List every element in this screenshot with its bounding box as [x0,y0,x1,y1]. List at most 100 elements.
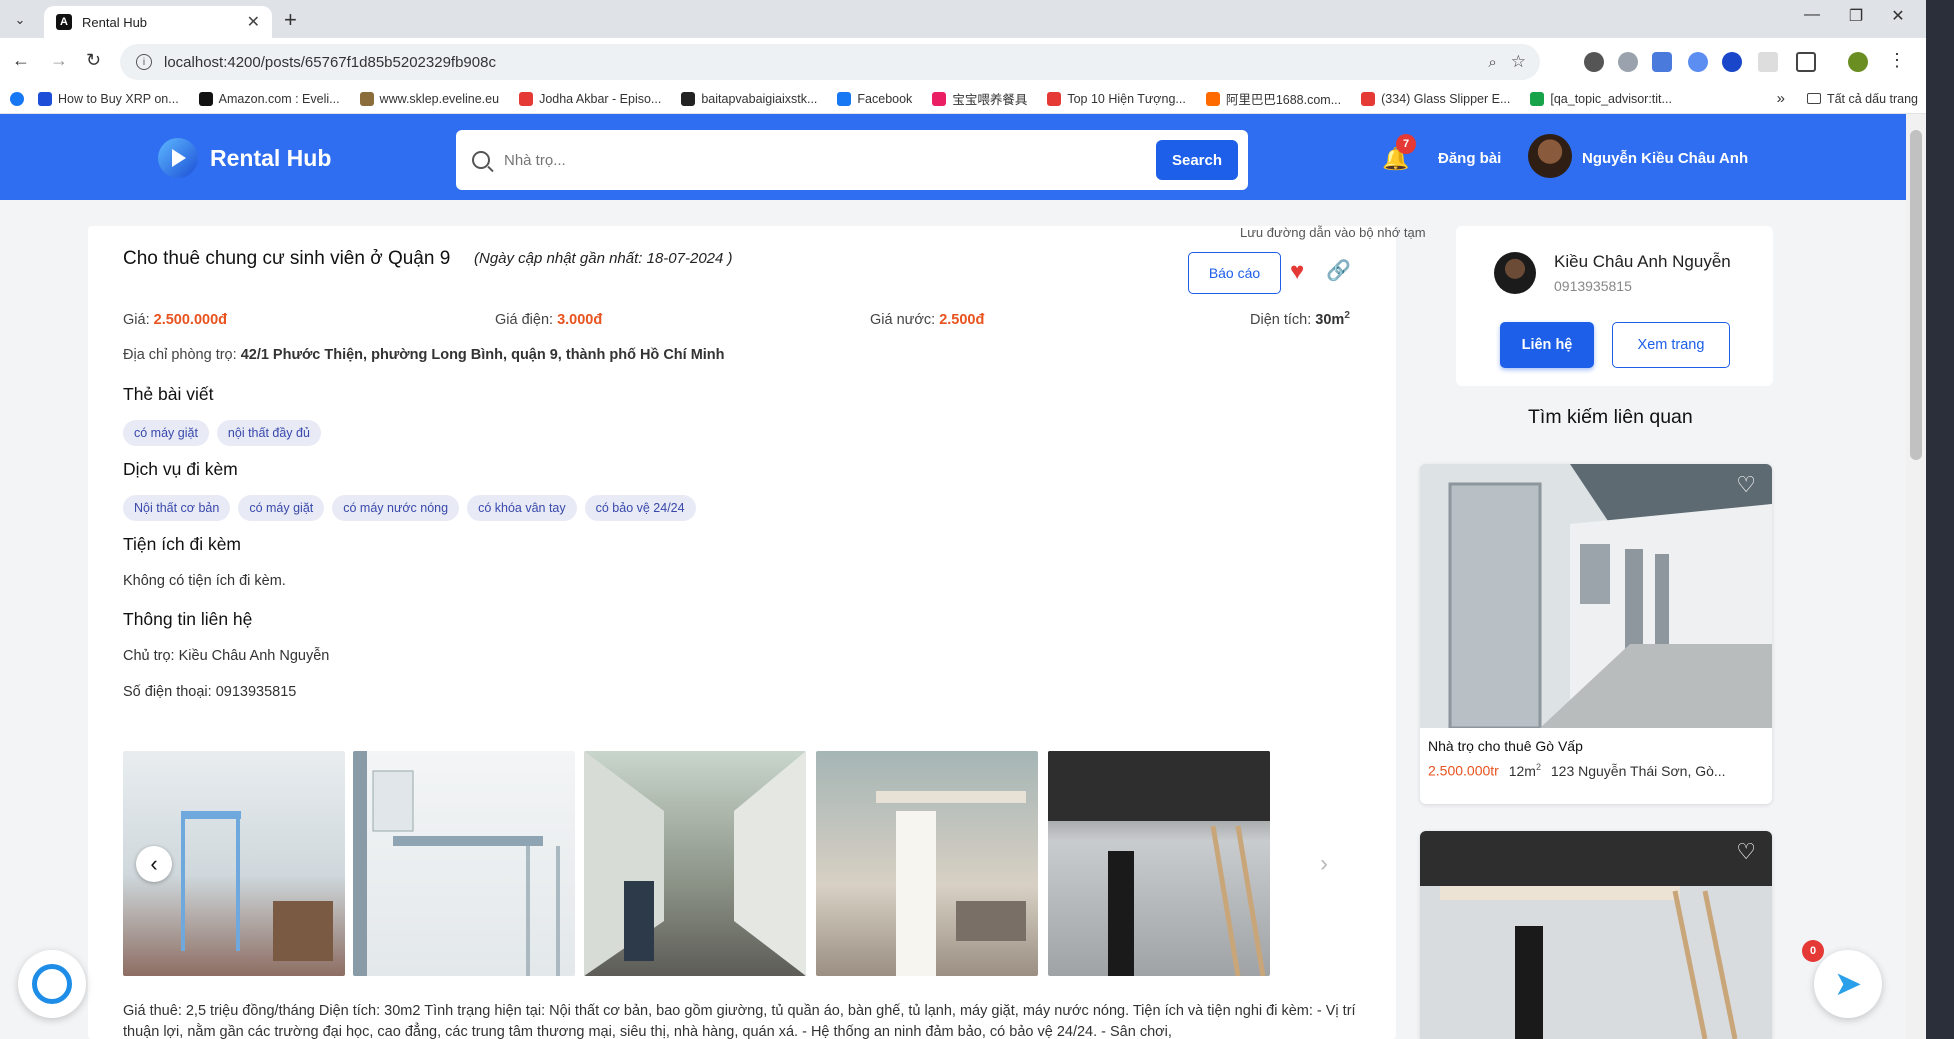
browser-menu-icon[interactable]: ⋮ [1888,50,1906,71]
shield-extension-icon[interactable] [1722,52,1742,72]
new-tab-icon[interactable]: + [284,7,297,33]
owner-avatar[interactable] [1494,252,1536,294]
copy-link-icon[interactable]: 🔗 [1326,258,1351,283]
favorite-heart-icon[interactable]: ♥ [1290,258,1304,286]
bookmark-label: Jodha Akbar - Episo... [539,91,662,106]
corridor-graphic [584,751,806,976]
electric-label: Giá điện: [495,312,554,328]
bookmark-favicon-icon [359,91,374,106]
amenities-text: Không có tiện ích đi kèm. [123,573,286,589]
related-heart-icon[interactable]: ♡ [1736,472,1756,498]
tab-search-chevron-icon[interactable]: ⌄ [8,9,32,31]
related-listing-card-2[interactable]: ♡ [1420,831,1772,1039]
bookmark-item[interactable]: (334) Glass Slipper E... [1361,91,1510,106]
area-label: Diện tích: [1250,311,1312,328]
translate-extension-icon[interactable] [1652,52,1672,72]
price-row: Giá: 2.500.000đ [123,312,227,328]
telegram-button[interactable]: ➤ [1814,950,1882,1018]
service-chip[interactable]: Nội thất cơ bản [123,495,231,521]
related-search-heading: Tìm kiếm liên quan [1528,406,1693,428]
bookmark-item[interactable]: baitapvabaigiaixstk... [681,91,817,106]
chat-widget-button[interactable] [18,950,86,1018]
back-icon[interactable]: ← [12,50,30,71]
close-window-icon[interactable]: ✕ [1878,6,1918,26]
pen-extension-icon[interactable] [1584,52,1604,72]
close-tab-icon[interactable]: ✕ [247,12,260,32]
related-listing-photo-2 [1420,831,1772,1039]
minimize-icon[interactable]: — [1792,6,1832,24]
tag-chip[interactable]: nội thất đầy đủ [216,420,321,446]
bookmark-item[interactable]: Top 10 Hiện Tượng... [1047,91,1186,106]
puzzle-extension-icon[interactable] [1796,52,1816,72]
bookmark-item[interactable]: How to Buy XRP on... [38,91,179,106]
address-label: Địa chỉ phòng trọ: [123,347,237,363]
post-updated-date: (Ngày cập nhật gần nhất: 18-07-2024 ) [474,250,733,267]
restore-icon[interactable]: ❐ [1836,6,1876,26]
bookmark-label: Top 10 Hiện Tượng... [1067,91,1186,106]
search-input[interactable] [504,151,1124,169]
post-title: Cho thuê chung cư sinh viên ở Quận 9 [123,248,451,269]
lens-extension-icon[interactable] [1688,52,1708,72]
bookmark-item[interactable]: Amazon.com : Eveli... [198,91,340,106]
all-bookmarks-folder[interactable]: Tất cả dấu trang [1806,92,1918,106]
user-name[interactable]: Nguyễn Kiều Châu Anh [1582,150,1748,167]
contact-button[interactable]: Liên hệ [1500,322,1594,368]
report-button[interactable]: Báo cáo [1188,252,1281,294]
gallery-photo-2[interactable] [353,751,575,976]
view-page-button[interactable]: Xem trang [1612,322,1730,368]
reload-icon[interactable]: ↻ [86,50,101,71]
search-icon [472,151,490,169]
compass-extension-icon[interactable] [1618,52,1638,72]
gallery-photo-3[interactable] [584,751,806,976]
related-heart-icon-2[interactable]: ♡ [1736,839,1756,865]
bookmark-favicon-icon [38,91,52,106]
facebook-bookmark-icon[interactable] [10,91,24,106]
profile-avatar-icon[interactable] [1848,52,1868,72]
gallery-photo-4[interactable] [816,751,1038,976]
browser-tab[interactable]: A Rental Hub ✕ [44,6,272,38]
bookmark-favicon-icon [1205,91,1220,106]
gallery-photo-5[interactable] [1048,751,1270,976]
bookmark-favicon-icon [1530,91,1545,106]
related-listing-card[interactable]: ♡ Nhà trọ cho thuê Gò Vấp 2.500.000tr 12… [1420,464,1772,804]
site-info-icon[interactable]: i [136,54,152,70]
bookmark-item[interactable]: Facebook [837,91,913,106]
more-bookmarks-icon[interactable]: » [1777,90,1785,107]
url-text: localhost:4200/posts/65767f1d85b5202329f… [164,53,496,71]
scrollbar-thumb[interactable] [1910,130,1922,460]
search-button[interactable]: Search [1156,140,1238,180]
bookmark-item[interactable]: [qa_topic_advisor:tit... [1530,91,1672,106]
service-chip[interactable]: có máy giặt [238,495,325,521]
owner-name: Kiều Châu Anh Nguyễn [1554,252,1731,271]
logo[interactable]: Rental Hub [158,138,331,178]
electric-row: Giá điện: 3.000đ [495,312,602,328]
tags-list: có máy giặt nội thất đầy đủ [123,420,329,446]
gallery-next-button[interactable]: › [1320,850,1328,878]
search-bar: Search [456,130,1248,190]
bookmark-item[interactable]: 宝宝喂养餐具 [932,89,1027,108]
bookmark-favicon-icon [198,91,213,106]
bookmark-item[interactable]: 阿里巴巴1688.com... [1205,89,1341,108]
user-avatar[interactable] [1528,134,1572,178]
bookmark-favicon-icon [837,91,852,106]
service-chip[interactable]: có khóa vân tay [467,495,577,521]
bookmark-star-icon[interactable]: ☆ [1511,52,1526,72]
zoom-icon[interactable]: ⌕ [1488,54,1496,71]
gallery-prev-button[interactable]: ‹ [136,846,172,882]
post-link[interactable]: Đăng bài [1438,150,1501,167]
service-chip[interactable]: có máy nước nóng [332,495,460,521]
bookmark-favicon-icon [1361,91,1376,106]
forward-icon[interactable]: → [50,50,68,71]
tab-title: Rental Hub [82,14,148,30]
bookmark-item[interactable]: www.sklep.eveline.eu [359,91,499,106]
service-chip[interactable]: có bảo vệ 24/24 [584,495,696,521]
price-label: Giá: [123,312,150,328]
notification-badge: 7 [1396,134,1416,154]
blank-extension-icon[interactable] [1758,52,1778,72]
bookmark-label: Facebook [857,91,913,106]
bookmark-item[interactable]: Jodha Akbar - Episo... [519,91,662,106]
tag-chip[interactable]: có máy giặt [123,420,209,446]
address-bar[interactable]: i localhost:4200/posts/65767f1d85b520232… [120,44,1540,80]
related-listing-price: 2.500.000tr [1428,762,1499,779]
folder-icon [1806,93,1821,104]
